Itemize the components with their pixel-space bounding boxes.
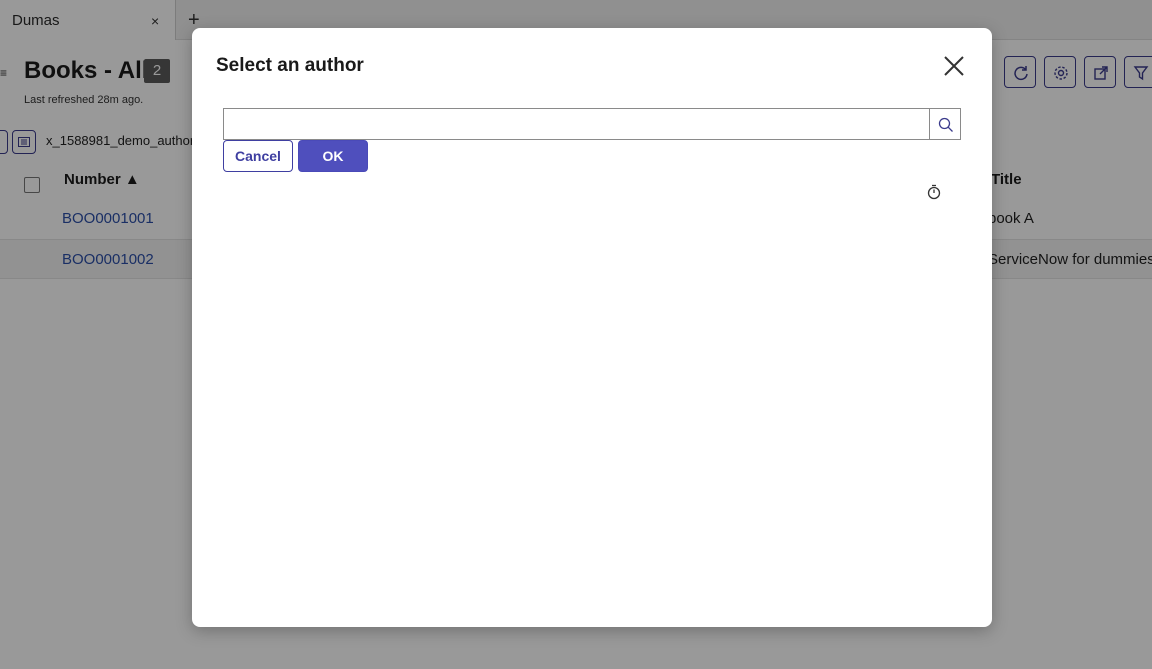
close-icon: [944, 56, 964, 76]
search-input[interactable]: [223, 108, 930, 140]
select-author-dialog: Select an author Cancel OK: [192, 28, 992, 627]
dialog-title: Select an author: [216, 55, 364, 76]
cancel-button[interactable]: Cancel: [223, 140, 293, 172]
search-group: [223, 108, 961, 140]
search-button[interactable]: [929, 108, 961, 140]
close-dialog-button[interactable]: [940, 52, 968, 80]
ok-button[interactable]: OK: [298, 140, 368, 172]
search-icon: [938, 117, 953, 132]
stopwatch-icon: [927, 184, 941, 200]
